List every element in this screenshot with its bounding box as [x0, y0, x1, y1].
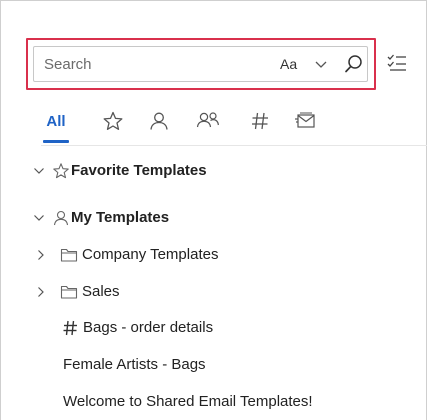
my-templates-label: My Templates [71, 209, 170, 226]
tab-selected-indicator [43, 140, 69, 143]
tabs-divider [41, 145, 427, 146]
tab-my-templates[interactable] [145, 103, 173, 139]
checklist-filter-icon[interactable] [386, 52, 408, 74]
folder-icon [60, 247, 78, 263]
tree-folder-company-templates[interactable]: Company Templates [1, 244, 427, 266]
hashtag-icon [249, 110, 271, 132]
tab-favorites[interactable] [99, 103, 127, 139]
favorites-label: Favorite Templates [71, 162, 207, 179]
template-item[interactable]: Welcome to Shared Email Templates! [1, 391, 427, 413]
folder-label: Sales [82, 283, 120, 300]
person-icon [52, 209, 70, 227]
search-highlight-frame: Aa [26, 38, 376, 90]
tab-mailbox[interactable] [291, 103, 321, 139]
search-box: Aa [33, 46, 368, 82]
folder-label: Company Templates [82, 246, 219, 263]
chevron-down-icon[interactable] [33, 212, 45, 224]
template-item[interactable]: Bags - order details [1, 317, 427, 339]
template-label: Female Artists - Bags [63, 356, 206, 373]
person-icon [148, 110, 170, 132]
template-item[interactable]: Female Artists - Bags [1, 354, 427, 376]
star-icon [102, 110, 124, 132]
chevron-down-icon[interactable] [313, 56, 329, 72]
tree-group-favorites[interactable]: Favorite Templates [1, 160, 427, 182]
match-case-button[interactable]: Aa [280, 55, 297, 73]
tree-folder-sales[interactable]: Sales [1, 281, 427, 303]
tab-hashtags[interactable] [246, 103, 274, 139]
templates-pane: Aa All [0, 0, 427, 420]
filter-tabs: All [41, 103, 427, 145]
tab-all-label: All [46, 112, 66, 130]
hashtag-icon [62, 319, 78, 337]
people-icon [195, 110, 221, 132]
tab-shared[interactable] [191, 103, 225, 139]
chevron-right-icon[interactable] [35, 286, 47, 298]
search-icon[interactable] [344, 53, 364, 75]
chevron-right-icon[interactable] [35, 249, 47, 261]
template-label: Welcome to Shared Email Templates! [63, 393, 313, 410]
template-label: Bags - order details [83, 319, 214, 336]
star-icon [52, 162, 70, 180]
tab-all[interactable]: All [41, 103, 71, 139]
search-input[interactable] [44, 53, 224, 75]
folder-icon [60, 284, 78, 300]
chevron-down-icon[interactable] [33, 165, 45, 177]
mailbox-icon [294, 110, 318, 132]
tree-group-my-templates[interactable]: My Templates [1, 207, 427, 229]
